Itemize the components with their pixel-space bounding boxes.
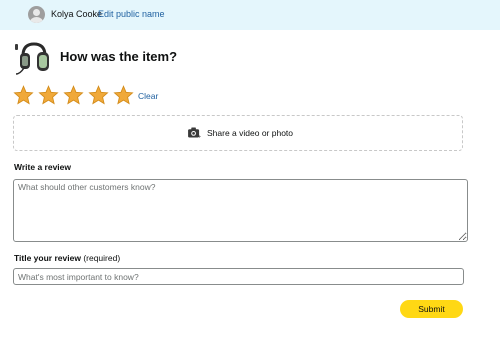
title-label: Title your review (required)	[14, 253, 120, 263]
share-media-label: Share a video or photo	[207, 128, 294, 138]
title-label-text: Title your review	[14, 253, 81, 263]
profile-bar: Kolya Cooke Edit public name	[0, 0, 500, 30]
review-label: Write a review	[14, 162, 72, 172]
user-name: Kolya Cooke	[51, 9, 103, 19]
avatar-icon	[28, 6, 45, 23]
star-2-icon[interactable]	[38, 85, 59, 106]
clear-rating-link[interactable]: Clear	[138, 91, 158, 101]
share-media-button[interactable]: + Share a video or photo	[13, 115, 463, 151]
review-title-input[interactable]	[13, 268, 464, 285]
required-note: (required)	[83, 253, 121, 263]
edit-public-name-link[interactable]: Edit public name	[98, 9, 165, 19]
star-1-icon[interactable]	[13, 85, 34, 106]
review-textarea[interactable]	[13, 179, 468, 242]
svg-text:+: +	[198, 134, 201, 138]
star-5-icon[interactable]	[113, 85, 134, 106]
submit-button[interactable]: Submit	[400, 300, 463, 318]
camera-icon: +	[188, 127, 201, 138]
headset-image	[15, 42, 49, 75]
rating-question: How was the item?	[60, 49, 178, 64]
star-4-icon[interactable]	[88, 85, 109, 106]
star-3-icon[interactable]	[63, 85, 84, 106]
